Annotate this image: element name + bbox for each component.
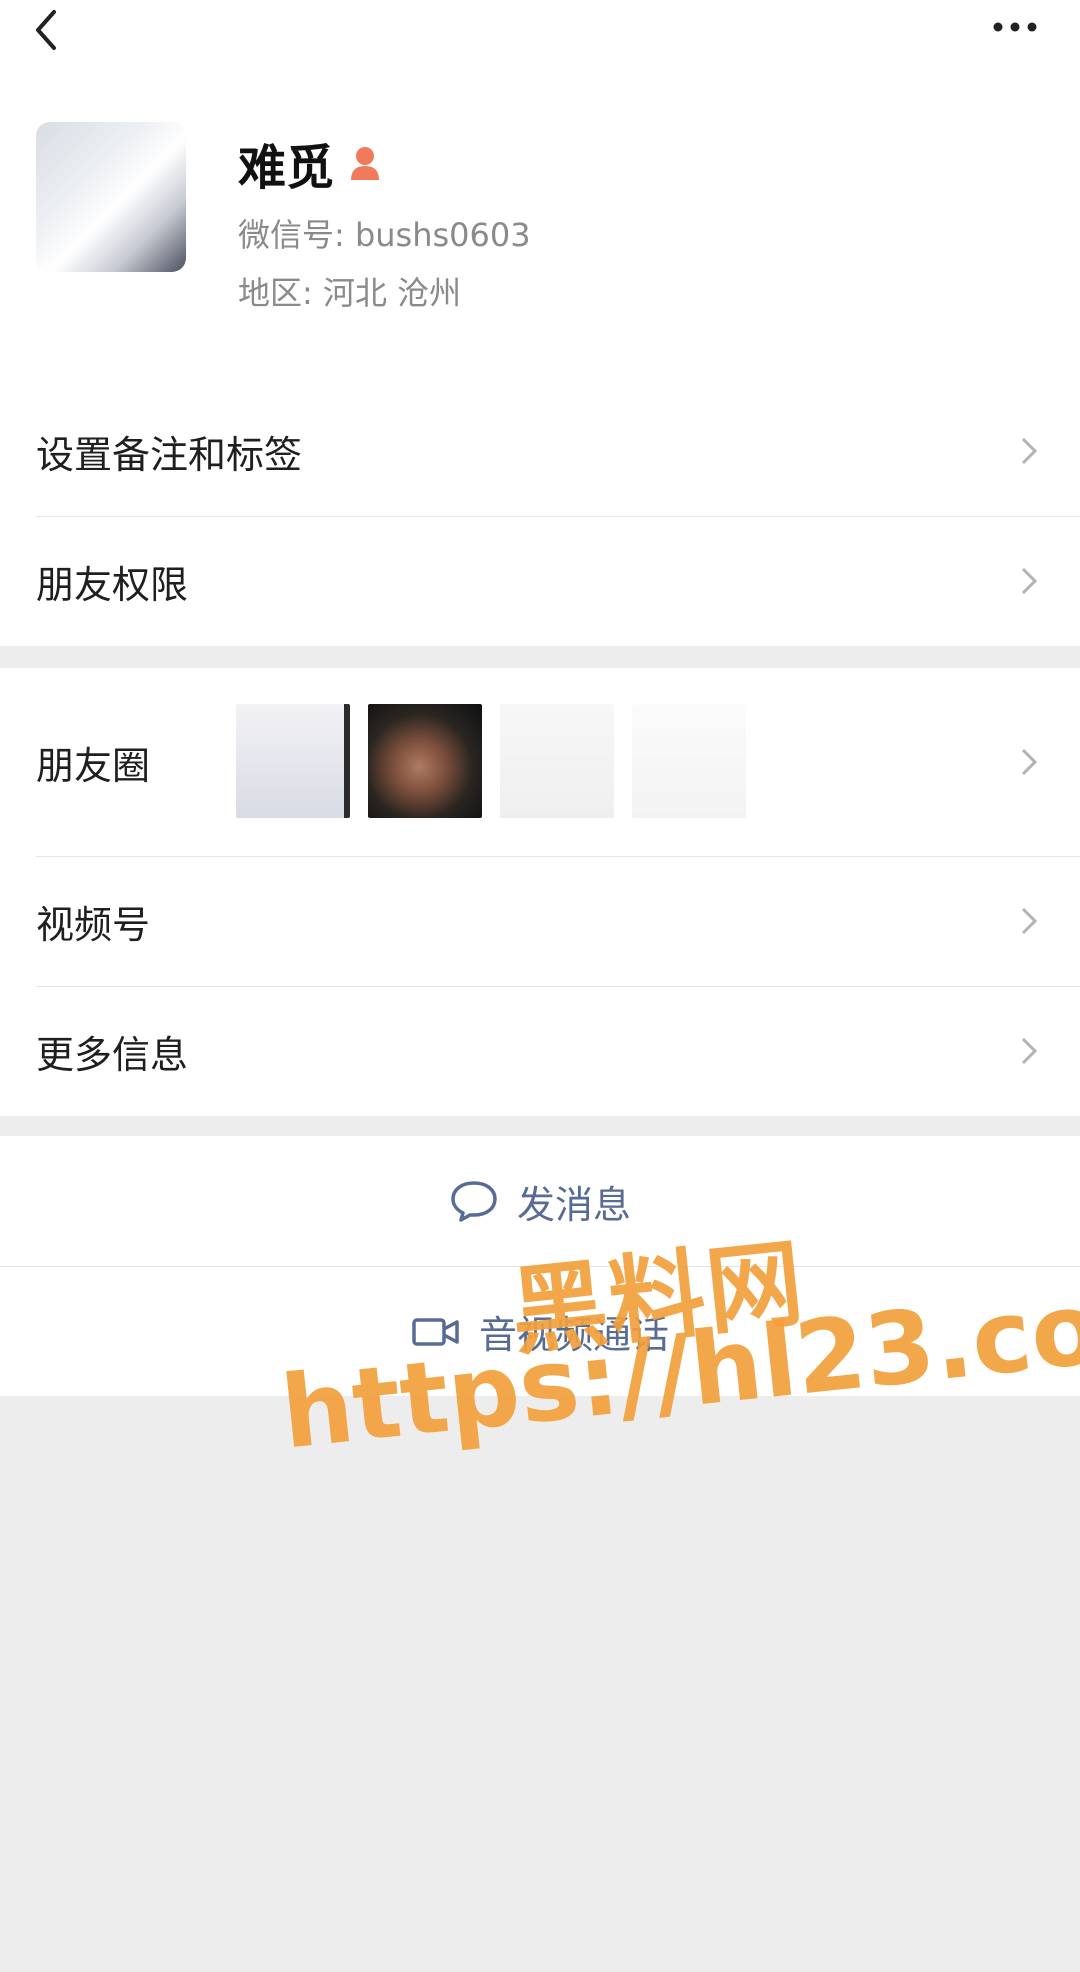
send-message-label: 发消息 [516, 1182, 631, 1227]
channels-row[interactable]: 视频号 [0, 856, 1080, 986]
more-info-label: 更多信息 [36, 1032, 189, 1077]
ellipsis-icon[interactable] [990, 12, 1040, 42]
channels-label: 视频号 [36, 902, 151, 947]
profile-card: 难觅 微信号: bushs0603 地区: 河北 沧州 [0, 80, 1080, 386]
settings-group: 设置备注和标签 朋友权限 [0, 386, 1080, 646]
avatar[interactable] [36, 122, 186, 272]
chevron-right-icon [1021, 1037, 1038, 1065]
video-call-label: 音视频通话 [478, 1313, 669, 1357]
chevron-left-icon[interactable] [28, 8, 68, 52]
permissions-row[interactable]: 朋友权限 [0, 516, 1080, 646]
send-message-button[interactable]: 发消息 [0, 1136, 1080, 1266]
moment-thumbnail [368, 704, 482, 818]
actions-group: 发消息 音视频通话 [0, 1136, 1080, 1396]
chevron-right-icon [1021, 748, 1038, 776]
remark-tags-label: 设置备注和标签 [36, 432, 303, 477]
remark-tags-row[interactable]: 设置备注和标签 [0, 386, 1080, 516]
moments-label: 朋友圈 [36, 743, 151, 788]
video-call-button[interactable]: 音视频通话 [0, 1266, 1080, 1396]
moments-row[interactable]: 朋友圈 [0, 668, 1080, 856]
permissions-label: 朋友权限 [36, 562, 189, 607]
info-group: 朋友圈 视频号 更多信息 [0, 668, 1080, 1116]
moment-thumbnail [236, 704, 350, 818]
contact-name: 难觅 [238, 140, 335, 196]
chevron-right-icon [1021, 907, 1038, 935]
chevron-right-icon [1021, 437, 1038, 465]
wechat-id: 微信号: bushs0603 [238, 216, 531, 254]
name-row: 难觅 [238, 128, 382, 198]
moment-thumbnail [632, 704, 746, 818]
chevron-right-icon [1021, 567, 1038, 595]
female-person-icon [351, 147, 380, 180]
video-camera-icon [412, 1317, 459, 1346]
moments-thumbnails [236, 704, 746, 818]
chat-bubble-icon [451, 1181, 497, 1222]
region: 地区: 河北 沧州 [238, 274, 462, 312]
more-info-row[interactable]: 更多信息 [0, 986, 1080, 1116]
top-bar [0, 0, 1080, 80]
moment-thumbnail [500, 704, 614, 818]
